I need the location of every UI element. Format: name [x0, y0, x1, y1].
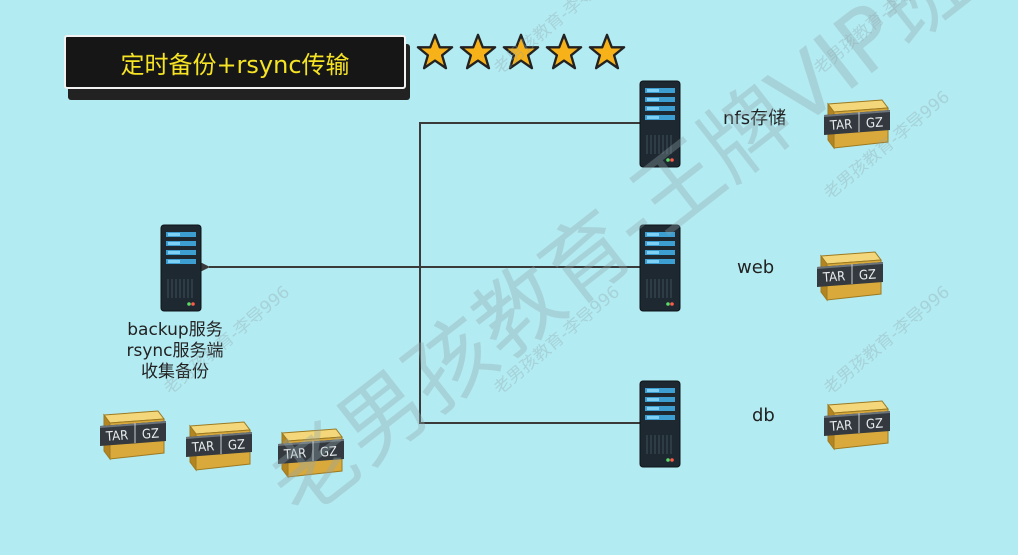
archive-icon: [182, 420, 254, 472]
backup-server-label: backup服务 rsync服务端 收集备份: [100, 320, 250, 383]
backup-label-line: rsync服务端: [126, 341, 224, 361]
backup-label-line: backup服务: [127, 320, 223, 340]
web-server-icon: [639, 224, 681, 312]
client-label-web: web: [737, 257, 775, 278]
client-label-db: db: [752, 405, 775, 426]
backup-server-icon: [160, 224, 202, 312]
db-server-icon: [639, 380, 681, 468]
archive-icon: [274, 427, 346, 479]
wire-nfs: [419, 122, 640, 424]
archive-icon: [813, 250, 885, 302]
archive-icon: [96, 409, 168, 461]
client-label-nfs: nfs存储: [723, 108, 787, 129]
backup-label-line: 收集备份: [141, 362, 209, 382]
archive-icon: [820, 98, 892, 150]
archive-icon: [820, 399, 892, 451]
nfs-server-icon: [639, 80, 681, 168]
